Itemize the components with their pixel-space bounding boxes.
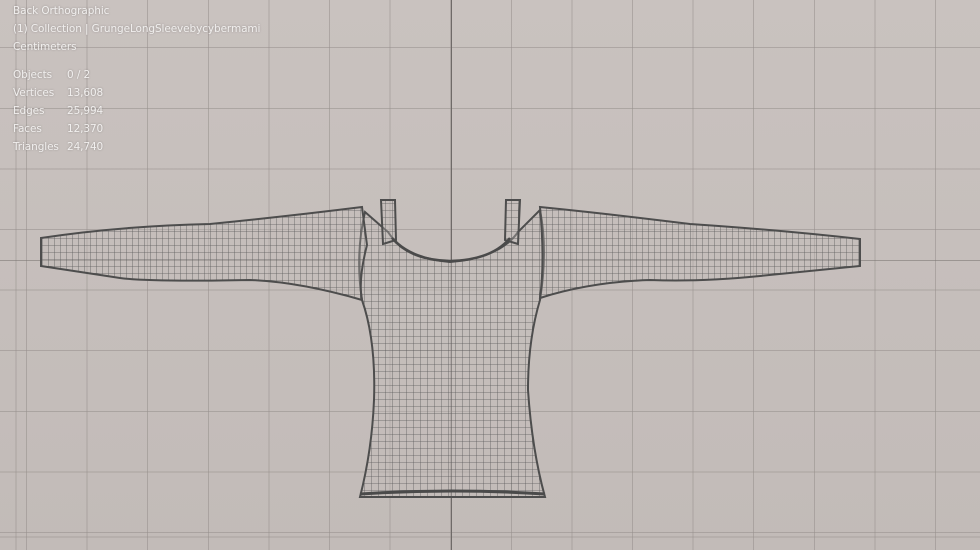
stat-edges: Edges 25,994	[13, 105, 104, 117]
view-name: Back Orthographic	[13, 5, 110, 17]
shirt-left-sleeve	[40, 205, 369, 302]
shirt-torso	[358, 207, 547, 498]
stat-objects: Objects 0 / 2	[13, 69, 91, 81]
collection-name: (1) Collection | GrungeLongSleevebycyber…	[13, 23, 261, 35]
shirt-left-strap	[379, 199, 398, 246]
shirt-right-sleeve	[538, 205, 861, 300]
scene-statistics: Objects 0 / 2 Vertices 13,608 Edges 25,9…	[13, 66, 260, 156]
units-label: Centimeters	[13, 41, 77, 53]
3d-viewport[interactable]: Back Orthographic (1) Collection | Grung…	[0, 0, 980, 550]
stat-faces: Faces 12,370	[13, 123, 104, 135]
shirt-right-strap	[503, 199, 522, 246]
viewport-overlay-text: Back Orthographic (1) Collection | Grung…	[13, 2, 260, 156]
stat-vertices: Vertices 13,608	[13, 87, 104, 99]
stat-triangles: Triangles 24,740	[13, 141, 104, 153]
